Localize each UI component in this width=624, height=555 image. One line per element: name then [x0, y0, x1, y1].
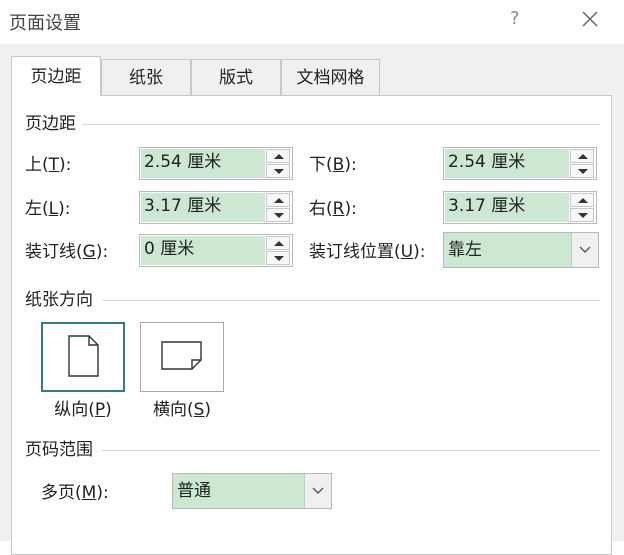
- arrow-down-icon: [274, 213, 284, 218]
- decrement-button[interactable]: [570, 208, 594, 222]
- tab-panel: 页边距 上(T): 2.54 厘米 下(B): 2.54 厘米 左(L): 3.…: [11, 95, 612, 555]
- gutter-label: 装订线(G):: [25, 242, 109, 262]
- right-margin-spinner[interactable]: 3.17 厘米: [443, 191, 597, 224]
- portrait-page-icon: [68, 335, 99, 377]
- section-orientation-heading: 纸张方向: [25, 290, 93, 310]
- landscape-page-icon: [161, 341, 202, 370]
- decrement-button[interactable]: [570, 164, 594, 178]
- section-pages-heading: 页码范围: [25, 440, 93, 460]
- left-margin-label: 左(L):: [25, 199, 71, 219]
- arrow-down-icon: [578, 169, 588, 174]
- chevron-down-icon: [312, 487, 324, 494]
- close-icon[interactable]: [576, 5, 604, 33]
- gutter-position-label: 装订线位置(U):: [309, 242, 426, 262]
- gutter-position-select[interactable]: 靠左: [443, 232, 599, 268]
- increment-button[interactable]: [266, 193, 290, 207]
- right-margin-input[interactable]: 3.17 厘米: [445, 193, 569, 222]
- arrow-down-icon: [274, 169, 284, 174]
- arrow-down-icon: [578, 213, 588, 218]
- separator: [102, 300, 600, 301]
- increment-button[interactable]: [266, 236, 290, 250]
- section-margins-heading: 页边距: [25, 114, 76, 134]
- bottom-margin-input[interactable]: 2.54 厘米: [445, 149, 569, 178]
- landscape-label[interactable]: 横向(S): [140, 398, 224, 422]
- top-margin-input[interactable]: 2.54 厘米: [141, 149, 265, 178]
- portrait-button[interactable]: [41, 322, 125, 392]
- gutter-position-value: 靠左: [448, 240, 482, 260]
- bottom-margin-spinner[interactable]: 2.54 厘米: [443, 147, 597, 180]
- multiple-pages-value: 普通: [177, 481, 211, 501]
- top-margin-label: 上(T):: [25, 155, 72, 175]
- decrement-button[interactable]: [266, 164, 290, 178]
- tab-margins[interactable]: 页边距: [11, 56, 101, 96]
- arrow-up-icon: [578, 198, 588, 203]
- tab-layout[interactable]: 版式: [191, 59, 281, 95]
- left-margin-input[interactable]: 3.17 厘米: [141, 193, 265, 222]
- arrow-up-icon: [274, 241, 284, 246]
- arrow-up-icon: [274, 198, 284, 203]
- gutter-input[interactable]: 0 厘米: [141, 236, 265, 265]
- help-button[interactable]: ?: [510, 8, 520, 29]
- separator: [102, 450, 600, 451]
- landscape-button[interactable]: [140, 322, 224, 392]
- dialog-body: 页边距 纸张 版式 文档网格 页边距 上(T): 2.54 厘米 下(B): 2…: [0, 44, 624, 555]
- right-margin-label: 右(R):: [309, 199, 357, 219]
- top-margin-spinner[interactable]: 2.54 厘米: [139, 147, 293, 180]
- gutter-spinner[interactable]: 0 厘米: [139, 234, 293, 267]
- multiple-pages-select[interactable]: 普通: [172, 473, 332, 509]
- separator: [82, 124, 600, 125]
- increment-button[interactable]: [570, 149, 594, 163]
- portrait-label[interactable]: 纵向(P): [41, 398, 125, 422]
- dropdown-button[interactable]: [571, 233, 598, 267]
- dropdown-button[interactable]: [304, 474, 331, 508]
- decrement-button[interactable]: [266, 208, 290, 222]
- bottom-margin-label: 下(B):: [309, 155, 357, 175]
- decrement-button[interactable]: [266, 251, 290, 265]
- tab-paper[interactable]: 纸张: [101, 59, 191, 95]
- increment-button[interactable]: [266, 149, 290, 163]
- arrow-up-icon: [578, 154, 588, 159]
- tab-document-grid[interactable]: 文档网格: [281, 59, 380, 95]
- dialog-title: 页面设置: [9, 13, 81, 34]
- title-bar: 页面设置 ?: [0, 0, 624, 44]
- left-margin-spinner[interactable]: 3.17 厘米: [139, 191, 293, 224]
- arrow-down-icon: [274, 256, 284, 261]
- multiple-pages-label: 多页(M):: [41, 483, 109, 503]
- increment-button[interactable]: [570, 193, 594, 207]
- arrow-up-icon: [274, 154, 284, 159]
- chevron-down-icon: [579, 246, 591, 253]
